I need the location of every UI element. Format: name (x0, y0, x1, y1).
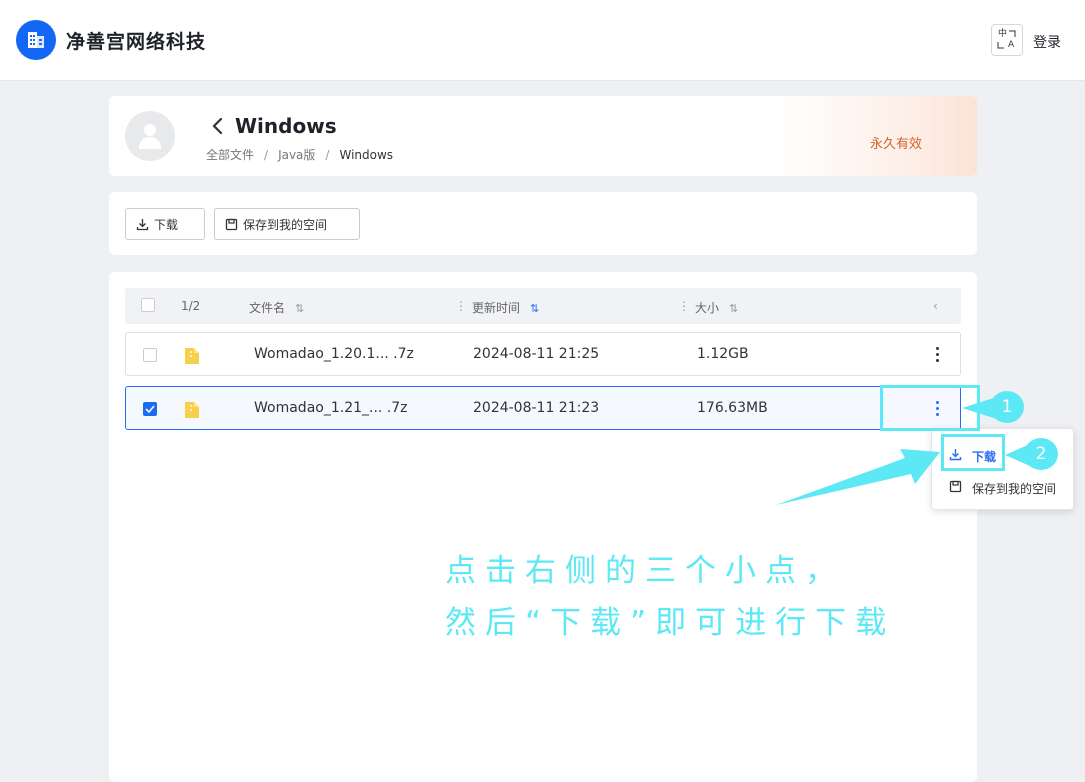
file-archive-icon (185, 348, 199, 364)
table-row[interactable]: Womadao_1.20.1... .7z 2024-08-11 21:25 1… (125, 332, 961, 376)
user-icon (139, 124, 161, 149)
download-button-label: 下载 (154, 217, 179, 232)
file-archive-icon (185, 402, 199, 418)
table-row[interactable]: Womadao_1.21_... .7z 2024-08-11 21:23 17… (125, 386, 961, 430)
step-badge-1: 1 (990, 391, 1024, 423)
file-size: 176.63MB (697, 400, 768, 416)
language-switch-button[interactable]: 中 A (991, 24, 1023, 56)
save-button-label: 保存到我的空间 (243, 217, 328, 232)
menu-save-label: 保存到我的空间 (972, 482, 1057, 496)
step-badge-2: 2 (1024, 438, 1058, 470)
column-resizer-icon[interactable]: ⋮ (455, 299, 467, 313)
highlight-box-more-options (880, 385, 980, 431)
column-header-size[interactable]: 大小 ⇅ (695, 299, 738, 316)
highlight-box-download (941, 434, 1005, 471)
select-all-checkbox[interactable] (141, 298, 155, 312)
collapse-chevron-icon[interactable]: ‹ (933, 299, 938, 313)
validity-badge: 永久有效 (870, 137, 923, 152)
file-time: 2024-08-11 21:25 (473, 346, 600, 362)
save-icon (949, 480, 962, 493)
column-header-name[interactable]: 文件名 ⇅ (249, 299, 304, 316)
check-icon (145, 405, 155, 414)
row-checkbox-checked[interactable] (143, 402, 157, 416)
sort-icon[interactable]: ⇅ (295, 302, 304, 315)
breadcrumb-item-current: Windows (339, 148, 394, 162)
avatar (125, 111, 175, 161)
download-icon (136, 218, 149, 230)
file-name[interactable]: Womadao_1.21_... .7z (254, 400, 408, 416)
save-icon (225, 218, 238, 230)
breadcrumb-item-java[interactable]: Java版 (278, 148, 315, 162)
file-list-card: 1/2 文件名 ⇅ ⋮ 更新时间 ⇅ ⋮ 大小 ⇅ ‹ Womadao_1.20.1.… (109, 272, 977, 782)
column-resizer-icon[interactable]: ⋮ (678, 299, 690, 313)
file-name[interactable]: Womadao_1.20.1... .7z (254, 346, 414, 362)
more-options-icon[interactable] (936, 347, 940, 363)
selected-count: 1/2 (181, 299, 201, 313)
table-header: 1/2 文件名 ⇅ ⋮ 更新时间 ⇅ ⋮ 大小 ⇅ ‹ (125, 288, 961, 324)
page-title: Windows (235, 114, 337, 138)
file-size: 1.12GB (697, 346, 749, 362)
instruction-line-1: 点击右侧的三个小点， (445, 553, 845, 589)
building-icon (28, 32, 44, 48)
row-checkbox[interactable] (143, 348, 157, 362)
instruction-line-2: 然后“下载”即可进行下载 (445, 605, 896, 641)
top-header: 净善宫网络科技 中 A 登录 (0, 0, 1085, 81)
file-time: 2024-08-11 21:23 (473, 400, 600, 416)
share-info-card: Windows 全部文件 / Java版 / Windows 永久有效 (109, 96, 977, 176)
toolbar-card: 下载 保存到我的空间 (109, 192, 977, 255)
column-header-time[interactable]: 更新时间 ⇅ (472, 299, 539, 316)
brand-logo[interactable] (16, 20, 56, 60)
translate-icon (997, 30, 1016, 49)
sort-icon[interactable]: ⇅ (729, 302, 738, 315)
login-link[interactable]: 登录 (1033, 32, 1061, 52)
back-arrow-icon[interactable] (209, 116, 225, 136)
brand-name: 净善宫网络科技 (66, 31, 207, 53)
menu-item-save[interactable]: 保存到我的空间 (932, 473, 1073, 501)
breadcrumb: 全部文件 / Java版 / Windows (206, 148, 394, 162)
sort-icon-active[interactable]: ⇅ (530, 302, 539, 315)
save-to-space-button[interactable]: 保存到我的空间 (214, 208, 360, 240)
download-button[interactable]: 下载 (125, 208, 205, 240)
breadcrumb-item-all-files[interactable]: 全部文件 (206, 148, 254, 162)
